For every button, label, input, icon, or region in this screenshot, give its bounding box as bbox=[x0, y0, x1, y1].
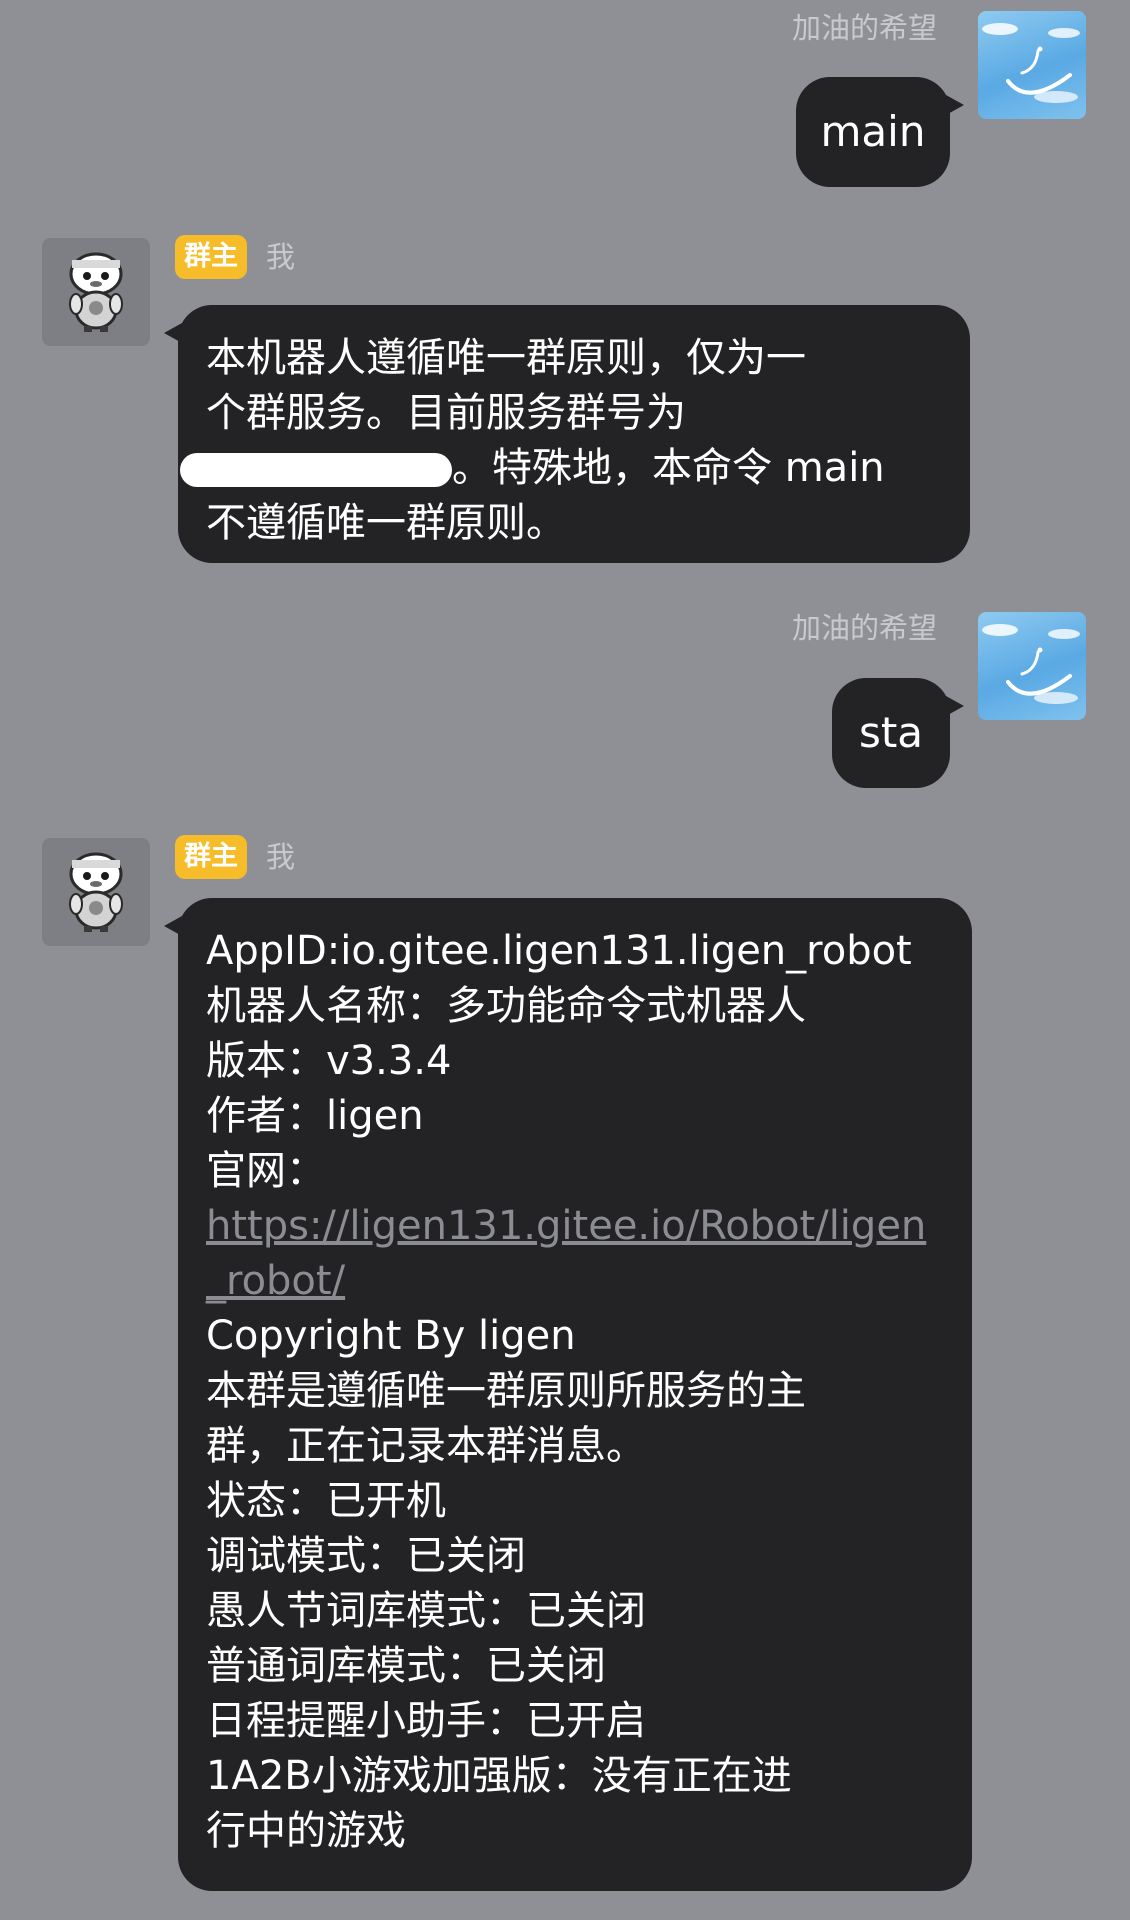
message-line: 不遵循唯一群原则。 bbox=[206, 500, 566, 546]
message-bot-rule: 群主 我 本机器人遵循唯一群原则，仅为一 个群服务。目前服务群号为 。特殊地，本… bbox=[0, 220, 1130, 570]
penguin-icon bbox=[69, 852, 123, 932]
message-line: 。特殊地，本命令 main bbox=[180, 441, 942, 496]
message-line: 调试模式：已关闭 bbox=[206, 1533, 526, 1579]
sky-swirl-icon bbox=[982, 23, 1080, 103]
sender-avatar[interactable] bbox=[978, 11, 1086, 119]
bot-avatar[interactable] bbox=[42, 838, 150, 946]
sender-name: 我 bbox=[266, 240, 296, 274]
penguin-icon bbox=[69, 252, 123, 332]
website-link[interactable]: https://ligen131.gitee.io/Robot/ligen bbox=[206, 1199, 944, 1254]
message-line: 本群是遵循唯一群原则所服务的主 bbox=[206, 1368, 806, 1414]
sender-name: 我 bbox=[266, 840, 296, 874]
message-line: 版本：v3.3.4 bbox=[206, 1038, 452, 1084]
message-bubble[interactable]: 本机器人遵循唯一群原则，仅为一 个群服务。目前服务群号为 。特殊地，本命令 ma… bbox=[164, 305, 970, 563]
message-line: 机器人名称：多功能命令式机器人 bbox=[206, 983, 806, 1029]
message-line: 行中的游戏 bbox=[206, 1808, 406, 1854]
bot-avatar[interactable] bbox=[42, 238, 150, 346]
message-bubble[interactable]: AppID:io.gitee.ligen131.ligen_robot 机器人名… bbox=[164, 898, 972, 1891]
sender-avatar[interactable] bbox=[978, 612, 1086, 720]
message-text: sta bbox=[858, 708, 924, 757]
message-line: 群，正在记录本群消息。 bbox=[206, 1423, 646, 1469]
message-text: main bbox=[820, 107, 926, 156]
group-owner-badge: 群主 bbox=[175, 235, 247, 279]
message-line: 个群服务。目前服务群号为 bbox=[206, 390, 686, 436]
message-line: 日程提醒小助手：已开启 bbox=[206, 1698, 646, 1744]
message-main: 加油的希望 main bbox=[0, 0, 1130, 200]
website-link[interactable]: _robot/ bbox=[206, 1254, 944, 1309]
message-sta: 加油的希望 sta bbox=[0, 600, 1130, 800]
sky-swirl-icon bbox=[982, 624, 1080, 704]
message-line: 本机器人遵循唯一群原则，仅为一 bbox=[206, 335, 806, 381]
message-bubble[interactable]: sta bbox=[832, 678, 964, 788]
sender-name: 加油的希望 bbox=[791, 11, 937, 45]
group-owner-badge: 群主 bbox=[175, 835, 247, 879]
message-line: 普通词库模式：已关闭 bbox=[206, 1643, 606, 1689]
message-bubble[interactable]: main bbox=[796, 77, 964, 187]
message-bot-status: 群主 我 AppID:io.gitee.ligen131.ligen_robot… bbox=[0, 820, 1130, 1920]
redacted-group-number bbox=[180, 453, 452, 487]
message-line: 作者：ligen bbox=[206, 1093, 424, 1139]
message-line-text: 。特殊地，本命令 main bbox=[452, 445, 885, 491]
message-line: AppID:io.gitee.ligen131.ligen_robot bbox=[206, 928, 912, 974]
message-line: 愚人节词库模式：已关闭 bbox=[206, 1588, 646, 1634]
sender-name: 加油的希望 bbox=[791, 611, 937, 645]
message-line: Copyright By ligen bbox=[206, 1313, 576, 1359]
message-line: 1A2B小游戏加强版：没有正在进 bbox=[206, 1753, 792, 1799]
message-line: 状态：已开机 bbox=[206, 1478, 446, 1524]
message-line: 官网： bbox=[206, 1148, 326, 1194]
